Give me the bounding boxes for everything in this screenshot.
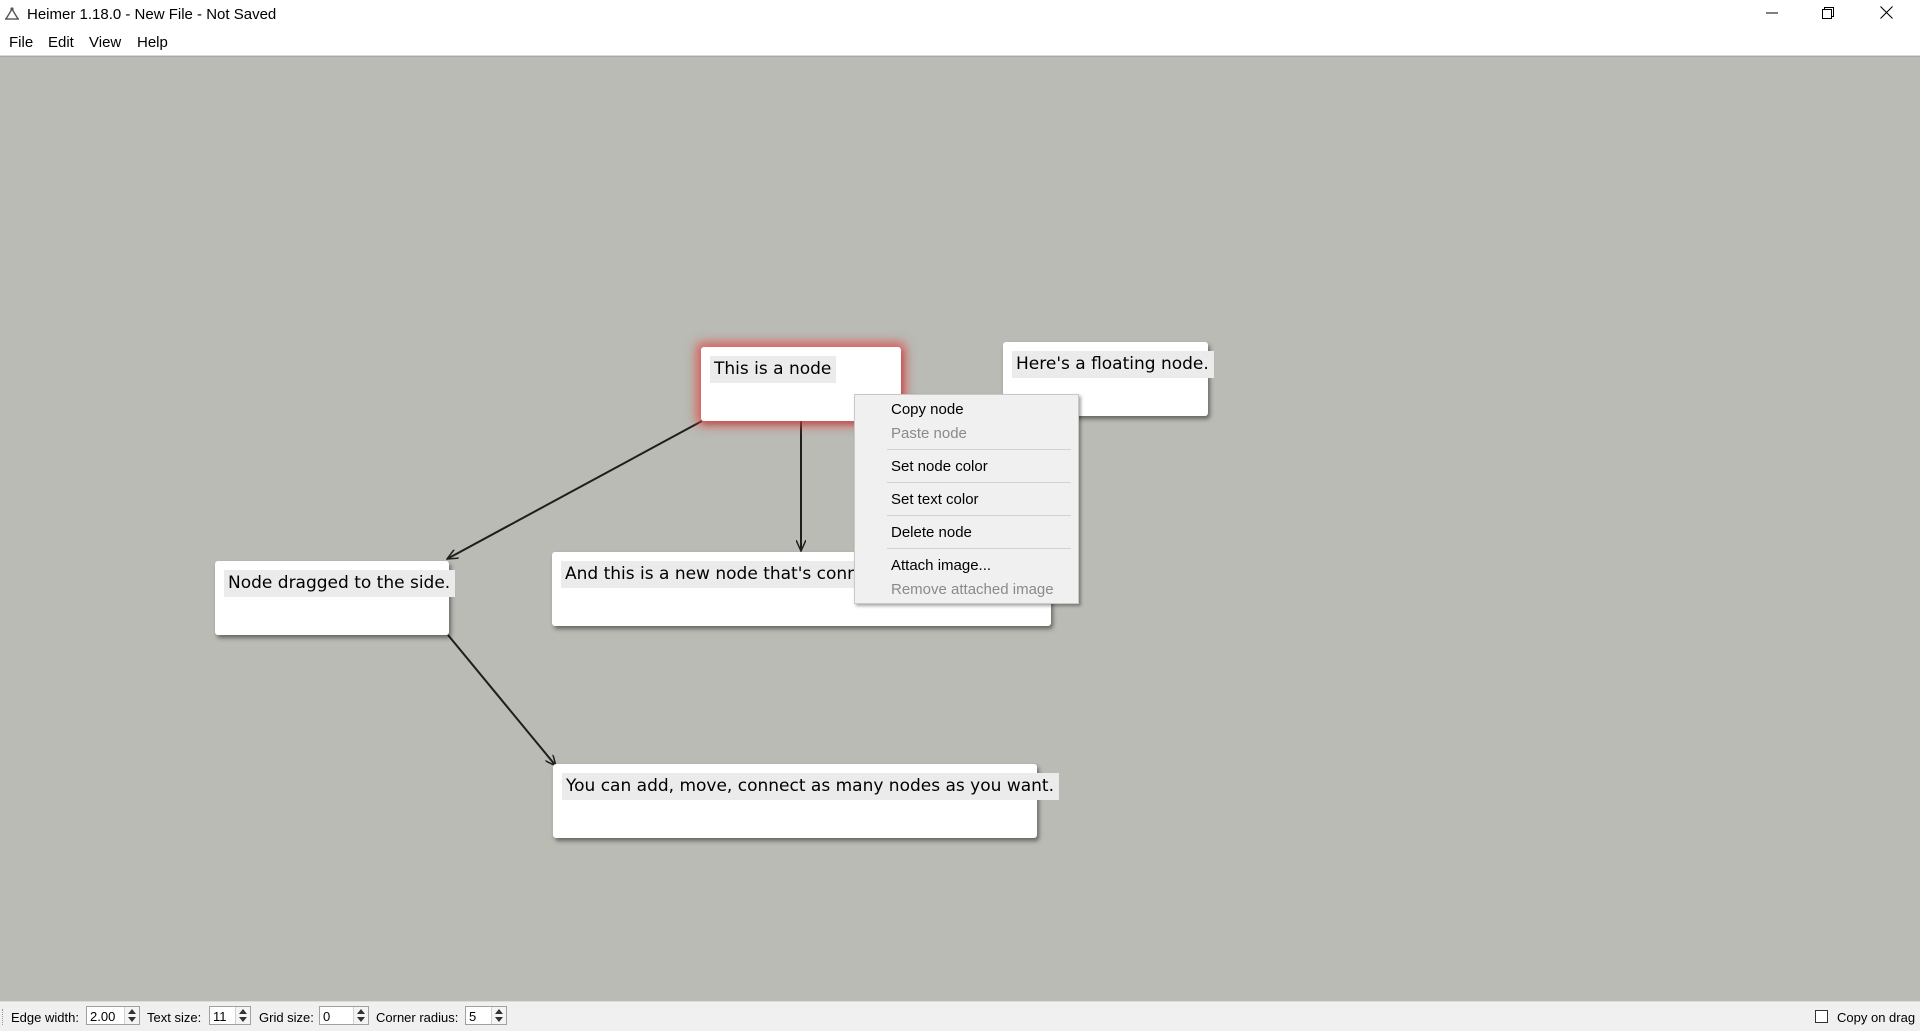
toolbar-grip-icon <box>2 1009 5 1025</box>
menu-separator <box>887 515 1071 516</box>
node-text[interactable]: Node dragged to the side. <box>224 570 456 597</box>
set-node-color-item[interactable]: Set node color <box>891 458 988 475</box>
text-size-label: Text size: <box>147 1010 202 1025</box>
node-side[interactable]: Node dragged to the side. <box>215 561 456 635</box>
restore-icon <box>1822 6 1834 24</box>
menu-separator <box>887 449 1071 450</box>
spin-arrows-icon[interactable] <box>235 1007 250 1024</box>
attach-image-item[interactable]: Attach image... <box>891 557 991 574</box>
delete-node-item[interactable]: Delete node <box>891 524 972 541</box>
minimize-icon <box>1766 6 1778 24</box>
restore-button[interactable] <box>1800 0 1856 29</box>
menu-edit[interactable]: Edit <box>46 34 76 51</box>
menu-view[interactable]: View <box>87 34 123 51</box>
paste-node-item: Paste node <box>891 425 967 442</box>
minimize-button[interactable] <box>1744 0 1800 29</box>
title-bar: Heimer 1.18.0 - New File - Not Saved <box>0 0 1920 29</box>
menu-help[interactable]: Help <box>135 34 170 51</box>
menu-separator <box>887 548 1071 549</box>
copy-on-drag-checkbox[interactable] <box>1815 1010 1828 1023</box>
grid-size-label: Grid size: <box>259 1010 314 1025</box>
spin-arrows-icon[interactable] <box>353 1007 368 1024</box>
menu-separator <box>887 482 1071 483</box>
window-title: Heimer 1.18.0 - New File - Not Saved <box>27 6 277 23</box>
copy-on-drag-label[interactable]: Copy on drag <box>1837 1010 1915 1025</box>
edge-width-label: Edge width: <box>11 1010 79 1025</box>
edge-side-to-bottom <box>447 634 556 766</box>
remove-attached-image-item: Remove attached image <box>891 581 1054 598</box>
close-button[interactable] <box>1858 0 1914 29</box>
set-text-color-item[interactable]: Set text color <box>891 491 979 508</box>
corner-radius-value[interactable]: 5 <box>469 1009 476 1024</box>
menu-file[interactable]: File <box>7 34 35 51</box>
menu-bar: File Edit View Help <box>0 29 1920 56</box>
corner-radius-label: Corner radius: <box>376 1010 459 1025</box>
spin-arrows-icon[interactable] <box>124 1007 139 1024</box>
edge-width-value[interactable]: 2.00 <box>90 1009 115 1024</box>
node-text[interactable]: This is a node <box>710 356 837 383</box>
spin-arrows-icon[interactable] <box>491 1007 506 1024</box>
close-icon <box>1879 5 1893 24</box>
text-size-value[interactable]: 11 <box>213 1009 227 1024</box>
heimer-app-icon <box>4 6 20 22</box>
node-text[interactable]: You can add, move, connect as many nodes… <box>562 773 1059 800</box>
corner-radius-spinbox[interactable]: 5 <box>465 1006 507 1025</box>
node-text[interactable]: And this is a new node that's connec <box>561 561 883 588</box>
text-size-spinbox[interactable]: 11 <box>209 1006 251 1025</box>
node-bottom[interactable]: You can add, move, connect as many nodes… <box>553 764 1059 838</box>
edge-root-to-side <box>447 420 703 560</box>
node-text[interactable]: Here's a floating node. <box>1012 351 1214 378</box>
status-bar: Edge width: 2.00 Text size: 11 Grid size… <box>0 1001 1920 1031</box>
edge-width-spinbox[interactable]: 2.00 <box>86 1006 140 1025</box>
node-context-menu: Copy node Paste node Set node color Set … <box>854 394 1079 604</box>
grid-size-spinbox[interactable]: 0 <box>319 1006 369 1025</box>
copy-node-item[interactable]: Copy node <box>891 401 964 418</box>
grid-size-value[interactable]: 0 <box>323 1009 330 1024</box>
